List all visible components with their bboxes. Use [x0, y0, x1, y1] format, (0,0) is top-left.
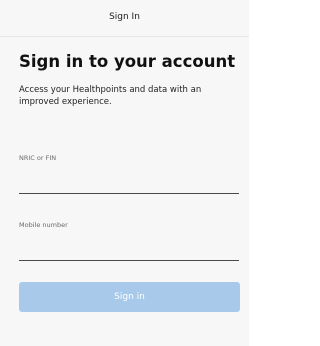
mobile-number-underline: [19, 260, 239, 261]
nric-label: NRIC or FIN: [19, 154, 57, 162]
mobile-number-input[interactable]: [19, 240, 239, 258]
mobile-number-label: Mobile number: [19, 221, 68, 229]
sign-in-button[interactable]: Sign in: [19, 282, 240, 312]
nric-input[interactable]: [19, 173, 239, 191]
sign-in-heading: Sign in to your account: [19, 52, 236, 71]
page-title: Sign In: [109, 12, 140, 22]
nric-underline: [19, 193, 239, 194]
top-bar: Sign In: [0, 0, 249, 37]
sign-in-subtitle: Access your Healthpoints and data with a…: [19, 85, 202, 107]
